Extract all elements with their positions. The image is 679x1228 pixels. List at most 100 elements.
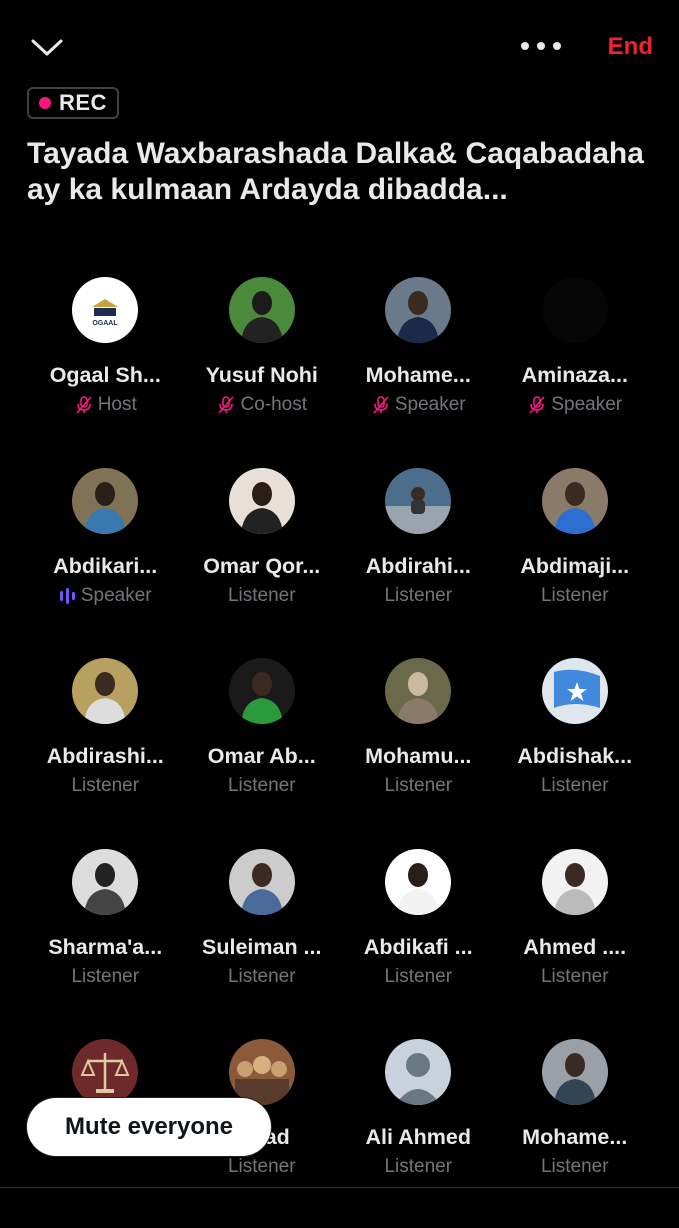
- participant-role: Speaker: [371, 394, 466, 416]
- participants-grid: OGAAL Ogaal Sh... Host Yusuf Nohi Co-host…: [27, 275, 653, 1228]
- avatar: [228, 467, 295, 534]
- participant-name: Abdirashi...: [46, 744, 164, 768]
- participant-card[interactable]: Abdirahi... Listener: [340, 466, 497, 657]
- participant-card[interactable]: Yusuf Nohi Co-host: [184, 275, 341, 466]
- avatar: [541, 467, 608, 534]
- participant-name: Omar Ab...: [207, 744, 316, 768]
- avatar: [72, 1039, 139, 1105]
- participant-card[interactable]: Suleiman ... Listener: [184, 847, 341, 1038]
- divider: [0, 1187, 679, 1188]
- role-label: Listener: [384, 965, 453, 987]
- more-options-icon[interactable]: [520, 36, 562, 56]
- participant-name: Mohamu...: [365, 744, 472, 768]
- avatar: [228, 848, 295, 915]
- participant-name: Omar Qor...: [203, 553, 321, 578]
- svg-text:OGAAL: OGAAL: [93, 320, 119, 327]
- participant-name: Abdikari...: [53, 553, 158, 578]
- role-label: Speaker: [80, 584, 152, 606]
- participant-name: Sharma'a...: [48, 934, 163, 959]
- participant-role: Listener: [384, 966, 452, 988]
- role-label: Listener: [384, 584, 453, 606]
- avatar: [385, 1039, 452, 1105]
- participant-name: Abdikafi ...: [363, 934, 473, 959]
- participant-name: Abdirahi...: [365, 553, 471, 578]
- avatar: [72, 848, 139, 915]
- participant-card[interactable]: Abdishak... Listener: [497, 656, 654, 847]
- participant-name: Mohame...: [365, 363, 471, 387]
- avatar: OGAAL: [72, 277, 139, 343]
- participant-card[interactable]: Abdirashi... Listener: [27, 656, 184, 847]
- role-label: Listener: [540, 584, 609, 606]
- participant-card[interactable]: Mohame... Speaker: [340, 275, 497, 466]
- avatar: [385, 277, 452, 343]
- participant-role: Speaker: [527, 394, 622, 416]
- participant-name: Suleiman ...: [202, 934, 322, 959]
- avatar: [72, 658, 139, 724]
- participant-card[interactable]: Abdimaji... Listener: [497, 466, 654, 657]
- avatar: [385, 848, 452, 915]
- participant-name: Abdimaji...: [520, 553, 630, 578]
- participant-card[interactable]: Mohamu... Listener: [340, 656, 497, 847]
- role-label: Listener: [540, 965, 609, 987]
- avatar: [541, 1039, 608, 1105]
- participant-role: Listener: [228, 966, 296, 988]
- participant-role: Listener: [541, 966, 609, 988]
- avatar: [228, 1039, 295, 1105]
- avatar: [385, 658, 452, 724]
- mute-everyone-button[interactable]: Mute everyone: [27, 1098, 271, 1156]
- avatar: [385, 467, 452, 534]
- end-button[interactable]: End: [608, 33, 653, 61]
- participant-role: Listener: [541, 1156, 609, 1178]
- speaking-wave-icon: [59, 587, 75, 604]
- participant-card[interactable]: Sharma'a... Listener: [27, 847, 184, 1038]
- participant-role: Listener: [541, 775, 609, 797]
- participant-role: Listener: [384, 585, 452, 607]
- avatar: [541, 277, 608, 343]
- role-label: Host: [97, 394, 137, 415]
- participant-role: Listener: [71, 775, 139, 797]
- participant-name: Ogaal Sh...: [49, 363, 161, 387]
- participant-role: Speaker: [59, 585, 152, 607]
- participant-name: Abdishak...: [517, 744, 633, 768]
- top-bar: End: [0, 0, 679, 95]
- role-label: Speaker: [394, 394, 466, 415]
- role-label: Speaker: [551, 394, 623, 415]
- avatar: [228, 658, 295, 724]
- avatar: [541, 848, 608, 915]
- participant-role: Listener: [384, 775, 452, 797]
- participant-card[interactable]: OGAAL Ogaal Sh... Host: [27, 275, 184, 466]
- participant-card[interactable]: Abdikafi ... Listener: [340, 847, 497, 1038]
- mic-off-icon: [373, 396, 389, 414]
- role-label: Listener: [71, 775, 140, 796]
- role-label: Listener: [227, 775, 296, 796]
- participant-name: Aminaza...: [521, 363, 628, 387]
- chevron-down-icon[interactable]: [30, 34, 64, 60]
- avatar: [228, 277, 295, 343]
- participant-card[interactable]: Aminaza... Speaker: [497, 275, 654, 466]
- space-title: Tayada Waxbarashada Dalka& Caqabadaha ay…: [27, 137, 644, 206]
- participant-card[interactable]: Ahmed .... Listener: [497, 847, 654, 1038]
- role-label: Listener: [227, 965, 296, 987]
- participant-card[interactable]: Omar Ab... Listener: [184, 656, 341, 847]
- participant-role: Listener: [384, 1156, 452, 1178]
- role-label: Listener: [71, 965, 140, 987]
- role-label: Listener: [384, 1156, 453, 1177]
- participant-card[interactable]: Omar Qor... Listener: [184, 466, 341, 657]
- mic-off-icon: [529, 396, 545, 414]
- participant-card[interactable]: Mohame... Listener: [497, 1037, 654, 1228]
- participant-card[interactable]: Abdikari... Speaker: [27, 466, 184, 657]
- participant-role: Listener: [228, 775, 296, 797]
- mic-off-icon: [218, 396, 235, 414]
- role-label: Listener: [227, 1156, 296, 1177]
- rec-label: REC: [59, 90, 107, 115]
- role-label: Listener: [540, 775, 609, 796]
- role-label: Co-host: [240, 394, 308, 415]
- participant-name: Ahmed ....: [523, 934, 627, 959]
- role-label: Listener: [540, 1156, 609, 1177]
- participant-name: Yusuf Nohi: [205, 363, 318, 387]
- role-label: Listener: [227, 584, 296, 606]
- participant-card[interactable]: Ali Ahmed Listener: [340, 1037, 497, 1228]
- mic-off-icon: [76, 396, 92, 414]
- record-dot-icon: [39, 97, 51, 109]
- participant-role: Listener: [71, 966, 139, 988]
